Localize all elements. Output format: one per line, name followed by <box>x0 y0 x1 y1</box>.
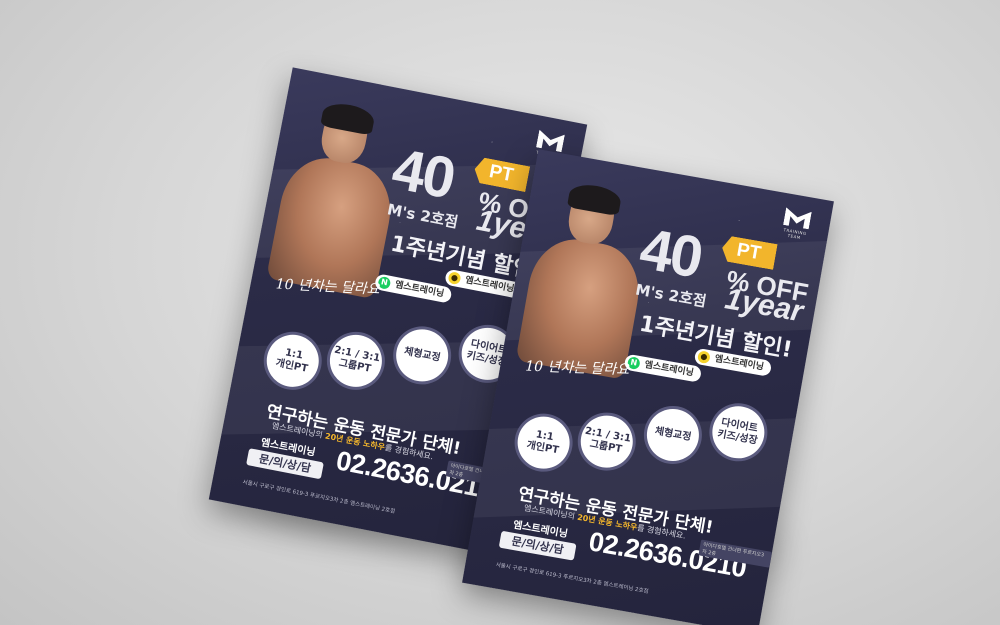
kakao-talk-icon: ● <box>447 271 462 286</box>
kakao-talk-icon: ● <box>696 350 711 365</box>
m-logo-icon <box>783 207 812 229</box>
mockup-scene: TRAINING TEAM 40 PT % OFF M's 2호점 1year … <box>0 0 1000 625</box>
brand-logo: TRAINING TEAM <box>777 206 816 241</box>
script-slogan: 10 년차는 달라요 <box>524 358 630 379</box>
